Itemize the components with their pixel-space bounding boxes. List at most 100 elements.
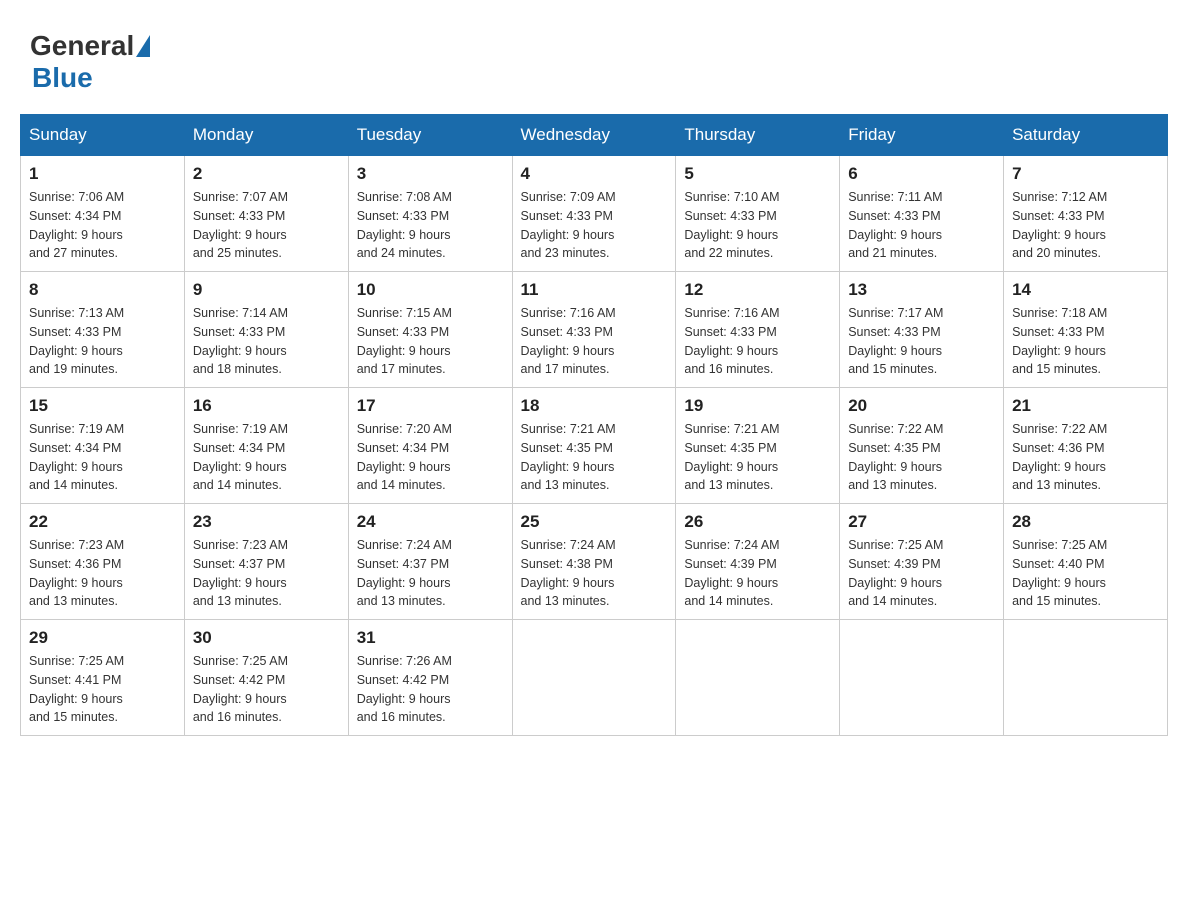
logo-general-text: General (30, 30, 134, 62)
calendar-week-2: 8 Sunrise: 7:13 AM Sunset: 4:33 PM Dayli… (21, 272, 1168, 388)
day-info: Sunrise: 7:26 AM Sunset: 4:42 PM Dayligh… (357, 652, 504, 727)
calendar-cell: 9 Sunrise: 7:14 AM Sunset: 4:33 PM Dayli… (184, 272, 348, 388)
calendar-cell (676, 620, 840, 736)
day-info: Sunrise: 7:11 AM Sunset: 4:33 PM Dayligh… (848, 188, 995, 263)
calendar-cell: 8 Sunrise: 7:13 AM Sunset: 4:33 PM Dayli… (21, 272, 185, 388)
day-info: Sunrise: 7:22 AM Sunset: 4:35 PM Dayligh… (848, 420, 995, 495)
day-info: Sunrise: 7:24 AM Sunset: 4:39 PM Dayligh… (684, 536, 831, 611)
day-number: 31 (357, 628, 504, 648)
calendar-cell: 31 Sunrise: 7:26 AM Sunset: 4:42 PM Dayl… (348, 620, 512, 736)
day-number: 29 (29, 628, 176, 648)
day-info: Sunrise: 7:16 AM Sunset: 4:33 PM Dayligh… (521, 304, 668, 379)
day-info: Sunrise: 7:22 AM Sunset: 4:36 PM Dayligh… (1012, 420, 1159, 495)
day-info: Sunrise: 7:12 AM Sunset: 4:33 PM Dayligh… (1012, 188, 1159, 263)
day-number: 30 (193, 628, 340, 648)
day-info: Sunrise: 7:06 AM Sunset: 4:34 PM Dayligh… (29, 188, 176, 263)
calendar-cell: 29 Sunrise: 7:25 AM Sunset: 4:41 PM Dayl… (21, 620, 185, 736)
day-number: 12 (684, 280, 831, 300)
calendar-cell: 27 Sunrise: 7:25 AM Sunset: 4:39 PM Dayl… (840, 504, 1004, 620)
calendar-week-3: 15 Sunrise: 7:19 AM Sunset: 4:34 PM Dayl… (21, 388, 1168, 504)
calendar-cell: 15 Sunrise: 7:19 AM Sunset: 4:34 PM Dayl… (21, 388, 185, 504)
calendar-table: SundayMondayTuesdayWednesdayThursdayFrid… (20, 114, 1168, 736)
weekday-header-friday: Friday (840, 115, 1004, 156)
weekday-header-tuesday: Tuesday (348, 115, 512, 156)
day-info: Sunrise: 7:08 AM Sunset: 4:33 PM Dayligh… (357, 188, 504, 263)
calendar-cell: 23 Sunrise: 7:23 AM Sunset: 4:37 PM Dayl… (184, 504, 348, 620)
weekday-header-row: SundayMondayTuesdayWednesdayThursdayFrid… (21, 115, 1168, 156)
calendar-cell: 11 Sunrise: 7:16 AM Sunset: 4:33 PM Dayl… (512, 272, 676, 388)
calendar-cell: 25 Sunrise: 7:24 AM Sunset: 4:38 PM Dayl… (512, 504, 676, 620)
calendar-cell: 6 Sunrise: 7:11 AM Sunset: 4:33 PM Dayli… (840, 156, 1004, 272)
day-info: Sunrise: 7:23 AM Sunset: 4:36 PM Dayligh… (29, 536, 176, 611)
calendar-cell: 3 Sunrise: 7:08 AM Sunset: 4:33 PM Dayli… (348, 156, 512, 272)
weekday-header-wednesday: Wednesday (512, 115, 676, 156)
day-number: 1 (29, 164, 176, 184)
day-info: Sunrise: 7:18 AM Sunset: 4:33 PM Dayligh… (1012, 304, 1159, 379)
logo-blue-text: Blue (32, 62, 93, 93)
day-number: 22 (29, 512, 176, 532)
calendar-cell: 13 Sunrise: 7:17 AM Sunset: 4:33 PM Dayl… (840, 272, 1004, 388)
day-number: 11 (521, 280, 668, 300)
calendar-cell: 18 Sunrise: 7:21 AM Sunset: 4:35 PM Dayl… (512, 388, 676, 504)
calendar-cell: 16 Sunrise: 7:19 AM Sunset: 4:34 PM Dayl… (184, 388, 348, 504)
day-info: Sunrise: 7:15 AM Sunset: 4:33 PM Dayligh… (357, 304, 504, 379)
calendar-cell: 17 Sunrise: 7:20 AM Sunset: 4:34 PM Dayl… (348, 388, 512, 504)
day-info: Sunrise: 7:20 AM Sunset: 4:34 PM Dayligh… (357, 420, 504, 495)
calendar-cell (840, 620, 1004, 736)
calendar-cell: 7 Sunrise: 7:12 AM Sunset: 4:33 PM Dayli… (1004, 156, 1168, 272)
calendar-cell: 22 Sunrise: 7:23 AM Sunset: 4:36 PM Dayl… (21, 504, 185, 620)
calendar-cell: 2 Sunrise: 7:07 AM Sunset: 4:33 PM Dayli… (184, 156, 348, 272)
calendar-cell: 20 Sunrise: 7:22 AM Sunset: 4:35 PM Dayl… (840, 388, 1004, 504)
calendar-cell: 14 Sunrise: 7:18 AM Sunset: 4:33 PM Dayl… (1004, 272, 1168, 388)
day-number: 23 (193, 512, 340, 532)
calendar-cell: 12 Sunrise: 7:16 AM Sunset: 4:33 PM Dayl… (676, 272, 840, 388)
day-number: 20 (848, 396, 995, 416)
calendar-cell (512, 620, 676, 736)
page-header: General Blue (20, 20, 1168, 94)
day-number: 17 (357, 396, 504, 416)
calendar-cell: 28 Sunrise: 7:25 AM Sunset: 4:40 PM Dayl… (1004, 504, 1168, 620)
calendar-cell: 24 Sunrise: 7:24 AM Sunset: 4:37 PM Dayl… (348, 504, 512, 620)
day-number: 18 (521, 396, 668, 416)
day-info: Sunrise: 7:25 AM Sunset: 4:40 PM Dayligh… (1012, 536, 1159, 611)
calendar-week-4: 22 Sunrise: 7:23 AM Sunset: 4:36 PM Dayl… (21, 504, 1168, 620)
day-number: 14 (1012, 280, 1159, 300)
day-info: Sunrise: 7:25 AM Sunset: 4:42 PM Dayligh… (193, 652, 340, 727)
logo-text: General (30, 30, 152, 62)
day-number: 9 (193, 280, 340, 300)
calendar-week-1: 1 Sunrise: 7:06 AM Sunset: 4:34 PM Dayli… (21, 156, 1168, 272)
day-info: Sunrise: 7:24 AM Sunset: 4:38 PM Dayligh… (521, 536, 668, 611)
calendar-week-5: 29 Sunrise: 7:25 AM Sunset: 4:41 PM Dayl… (21, 620, 1168, 736)
calendar-cell: 19 Sunrise: 7:21 AM Sunset: 4:35 PM Dayl… (676, 388, 840, 504)
day-number: 6 (848, 164, 995, 184)
calendar-cell: 10 Sunrise: 7:15 AM Sunset: 4:33 PM Dayl… (348, 272, 512, 388)
day-info: Sunrise: 7:24 AM Sunset: 4:37 PM Dayligh… (357, 536, 504, 611)
day-number: 4 (521, 164, 668, 184)
weekday-header-saturday: Saturday (1004, 115, 1168, 156)
day-info: Sunrise: 7:09 AM Sunset: 4:33 PM Dayligh… (521, 188, 668, 263)
day-number: 25 (521, 512, 668, 532)
day-info: Sunrise: 7:23 AM Sunset: 4:37 PM Dayligh… (193, 536, 340, 611)
logo-triangle-icon (136, 35, 150, 57)
day-info: Sunrise: 7:16 AM Sunset: 4:33 PM Dayligh… (684, 304, 831, 379)
day-number: 16 (193, 396, 340, 416)
day-number: 3 (357, 164, 504, 184)
day-number: 19 (684, 396, 831, 416)
day-number: 21 (1012, 396, 1159, 416)
day-number: 8 (29, 280, 176, 300)
day-info: Sunrise: 7:21 AM Sunset: 4:35 PM Dayligh… (684, 420, 831, 495)
day-number: 7 (1012, 164, 1159, 184)
day-info: Sunrise: 7:25 AM Sunset: 4:41 PM Dayligh… (29, 652, 176, 727)
day-number: 5 (684, 164, 831, 184)
calendar-cell: 21 Sunrise: 7:22 AM Sunset: 4:36 PM Dayl… (1004, 388, 1168, 504)
day-number: 2 (193, 164, 340, 184)
calendar-cell: 4 Sunrise: 7:09 AM Sunset: 4:33 PM Dayli… (512, 156, 676, 272)
logo: General Blue (30, 30, 152, 94)
day-info: Sunrise: 7:19 AM Sunset: 4:34 PM Dayligh… (29, 420, 176, 495)
day-number: 10 (357, 280, 504, 300)
day-info: Sunrise: 7:21 AM Sunset: 4:35 PM Dayligh… (521, 420, 668, 495)
day-info: Sunrise: 7:13 AM Sunset: 4:33 PM Dayligh… (29, 304, 176, 379)
day-info: Sunrise: 7:10 AM Sunset: 4:33 PM Dayligh… (684, 188, 831, 263)
day-number: 28 (1012, 512, 1159, 532)
day-info: Sunrise: 7:17 AM Sunset: 4:33 PM Dayligh… (848, 304, 995, 379)
